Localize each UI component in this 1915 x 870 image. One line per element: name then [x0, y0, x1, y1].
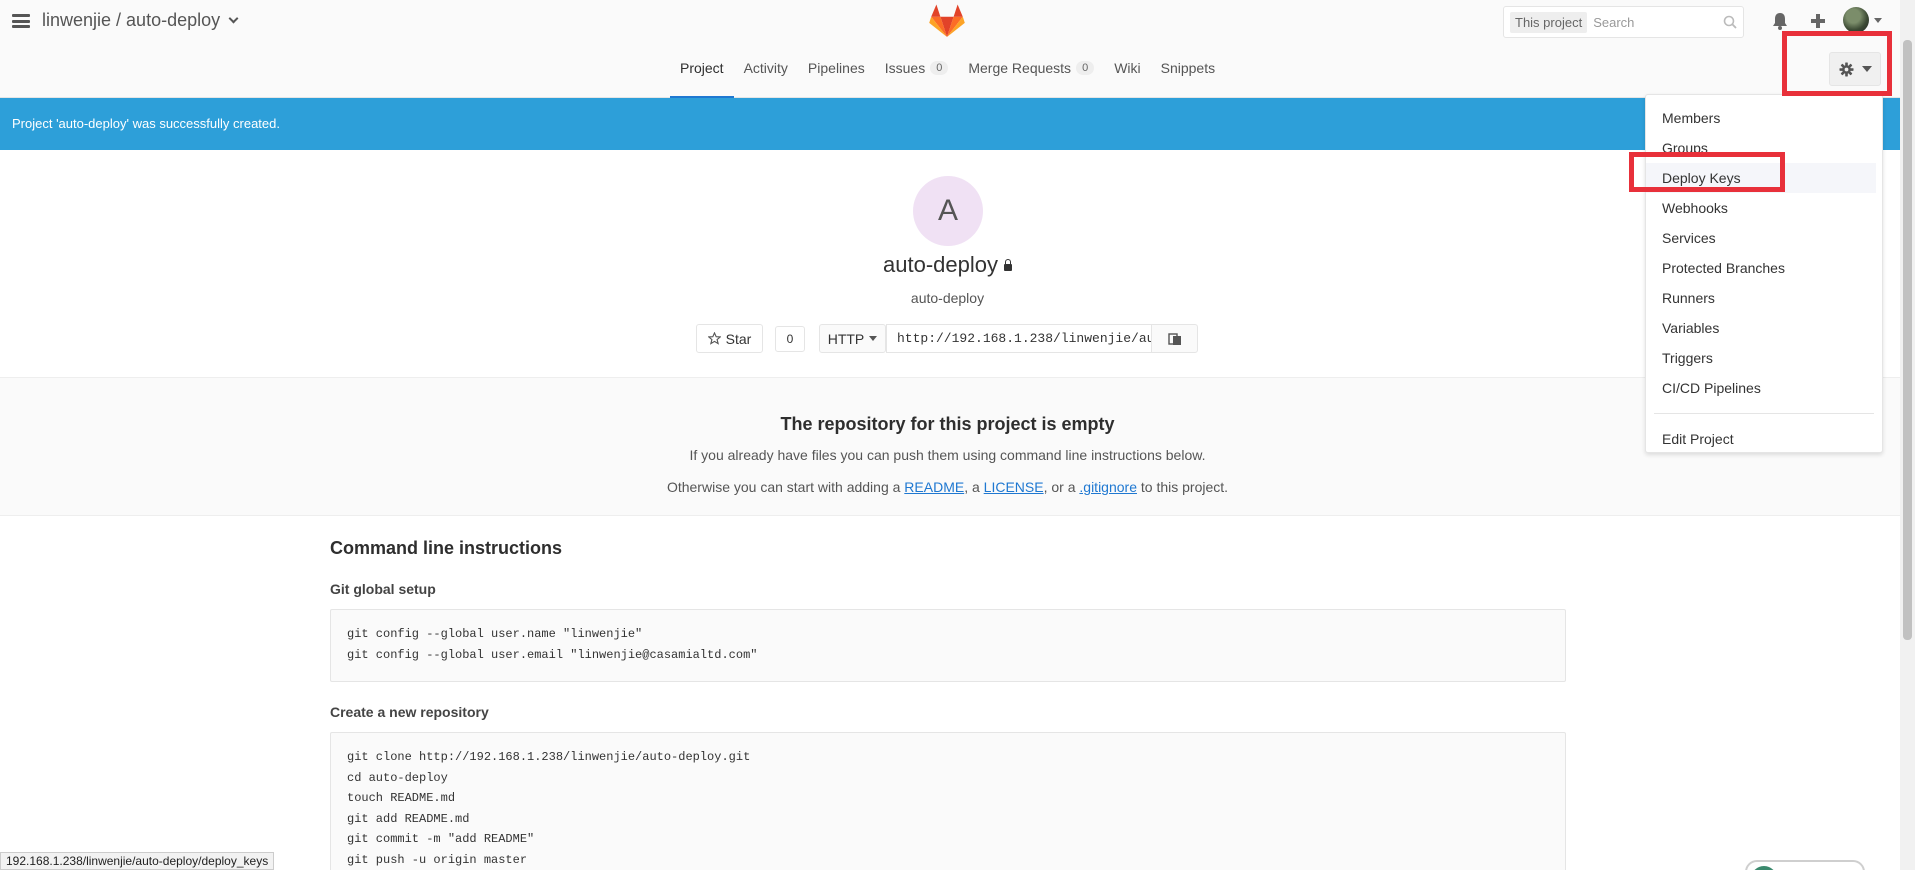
tab-snippets[interactable]: Snippets — [1151, 50, 1225, 98]
menu-item-edit-project[interactable]: Edit Project — [1646, 424, 1882, 454]
empty-repo-line1: If you already have files you can push t… — [689, 447, 1206, 463]
issues-count-badge: 0 — [930, 61, 949, 75]
gitlab-logo[interactable] — [929, 4, 965, 38]
settings-dropdown-menu: Members Groups Deploy Keys Webhooks Serv… — [1645, 94, 1883, 453]
text-fragment: Otherwise you can start with adding a — [666, 479, 905, 495]
new-repo-code[interactable]: git clone http://192.168.1.238/linwenjie… — [330, 732, 1566, 870]
tab-pipelines[interactable]: Pipelines — [798, 50, 875, 98]
instructions-title: Command line instructions — [330, 538, 563, 558]
search-box[interactable]: This project Search — [1503, 6, 1744, 38]
star-button[interactable]: Star — [696, 324, 763, 353]
tab-merge-requests[interactable]: Merge Requests 0 — [958, 50, 1104, 98]
top-header: linwenjie / auto-deploy This project Sea… — [0, 0, 1915, 98]
project-title: auto-deploy — [0, 252, 1895, 278]
protocol-label: HTTP — [827, 330, 865, 347]
avatar-caret-icon[interactable] — [1874, 18, 1882, 23]
page-scrollbar[interactable] — [1900, 0, 1915, 870]
menu-item-webhooks[interactable]: Webhooks — [1646, 193, 1882, 223]
readme-link[interactable]: README — [904, 479, 964, 495]
star-label: Star — [725, 330, 752, 347]
tab-project[interactable]: Project — [670, 50, 734, 98]
clipboard-icon — [1167, 332, 1181, 345]
hamburger-icon[interactable] — [12, 12, 30, 30]
scrollbar-thumb[interactable] — [1903, 40, 1912, 640]
license-link[interactable]: LICENSE — [984, 479, 1044, 495]
project-nav: Project Activity Pipelines Issues 0 Merge… — [670, 50, 1225, 98]
global-setup-code[interactable]: git config --global user.name "linwenjie… — [330, 609, 1566, 682]
menu-item-variables[interactable]: Variables — [1646, 313, 1882, 343]
search-scope-badge: This project — [1510, 11, 1588, 33]
star-icon — [707, 332, 721, 345]
project-avatar: A — [913, 176, 983, 246]
project-breadcrumb[interactable]: linwenjie / auto-deploy — [42, 10, 239, 31]
star-count[interactable]: 0 — [775, 326, 805, 352]
menu-item-triggers[interactable]: Triggers — [1646, 343, 1882, 373]
tab-issues[interactable]: Issues 0 — [875, 50, 959, 98]
menu-divider — [1654, 413, 1874, 414]
new-repo-title: Create a new repository — [330, 704, 489, 720]
menu-item-protected-branches[interactable]: Protected Branches — [1646, 253, 1882, 283]
tab-label: Project — [680, 60, 724, 76]
chevron-down-icon — [228, 13, 239, 24]
text-fragment: to this project. — [1136, 479, 1229, 495]
project-description: auto-deploy — [910, 290, 985, 306]
plus-icon[interactable] — [1808, 11, 1828, 31]
project-name: auto-deploy — [883, 252, 998, 277]
flash-message: Project 'auto-deploy' was successfully c… — [12, 116, 280, 131]
tab-label: Wiki — [1114, 60, 1141, 76]
tab-wiki[interactable]: Wiki — [1104, 50, 1150, 98]
text-fragment: , a — [964, 479, 984, 495]
menu-item-groups[interactable]: Groups — [1646, 133, 1882, 163]
tab-label: Snippets — [1160, 60, 1216, 76]
menu-item-deploy-keys[interactable]: Deploy Keys — [1646, 163, 1876, 193]
clone-url-input[interactable]: http://192.168.1.238/linwenjie/auto-depl… — [886, 324, 1152, 353]
tab-label: Issues — [884, 60, 926, 76]
tab-activity[interactable]: Activity — [734, 50, 798, 98]
menu-item-ci-cd-pipelines[interactable]: CI/CD Pipelines — [1646, 373, 1882, 403]
empty-repo-title: The repository for this project is empty — [780, 414, 1115, 434]
merge-requests-count-badge: 0 — [1076, 61, 1095, 75]
floating-widget[interactable] — [1745, 860, 1865, 870]
tab-label: Merge Requests — [968, 60, 1072, 76]
project-settings-button[interactable] — [1829, 52, 1881, 86]
search-input[interactable]: Search — [1593, 15, 1717, 30]
tab-label: Activity — [743, 60, 788, 76]
lock-icon — [1003, 259, 1012, 271]
bell-icon[interactable] — [1770, 11, 1790, 31]
tab-label: Pipelines — [807, 60, 865, 76]
copy-url-button[interactable] — [1151, 324, 1198, 353]
clone-protocol-dropdown[interactable]: HTTP — [819, 324, 886, 353]
user-avatar[interactable] — [1843, 7, 1869, 33]
gitignore-link[interactable]: .gitignore — [1079, 479, 1137, 495]
chevron-down-icon — [869, 336, 878, 341]
chevron-down-icon — [1861, 66, 1872, 72]
breadcrumb-text: linwenjie / auto-deploy — [42, 10, 221, 30]
flash-notice: Project 'auto-deploy' was successfully c… — [0, 98, 1900, 150]
menu-item-members[interactable]: Members — [1646, 103, 1882, 133]
empty-repo-panel: The repository for this project is empty… — [0, 378, 1900, 516]
menu-item-runners[interactable]: Runners — [1646, 283, 1882, 313]
text-fragment: , or a — [1043, 479, 1080, 495]
status-bar-url: 192.168.1.238/linwenjie/auto-deploy/depl… — [0, 852, 275, 870]
empty-repo-line2: Otherwise you can start with adding a RE… — [0, 479, 1895, 495]
gear-icon — [1838, 61, 1854, 77]
global-setup-title: Git global setup — [330, 581, 436, 597]
search-icon — [1723, 15, 1737, 29]
widget-icon — [1749, 864, 1779, 870]
menu-item-services[interactable]: Services — [1646, 223, 1882, 253]
project-home-panel: A auto-deploy auto-deploy Star 0 HTTP ht… — [0, 150, 1900, 378]
